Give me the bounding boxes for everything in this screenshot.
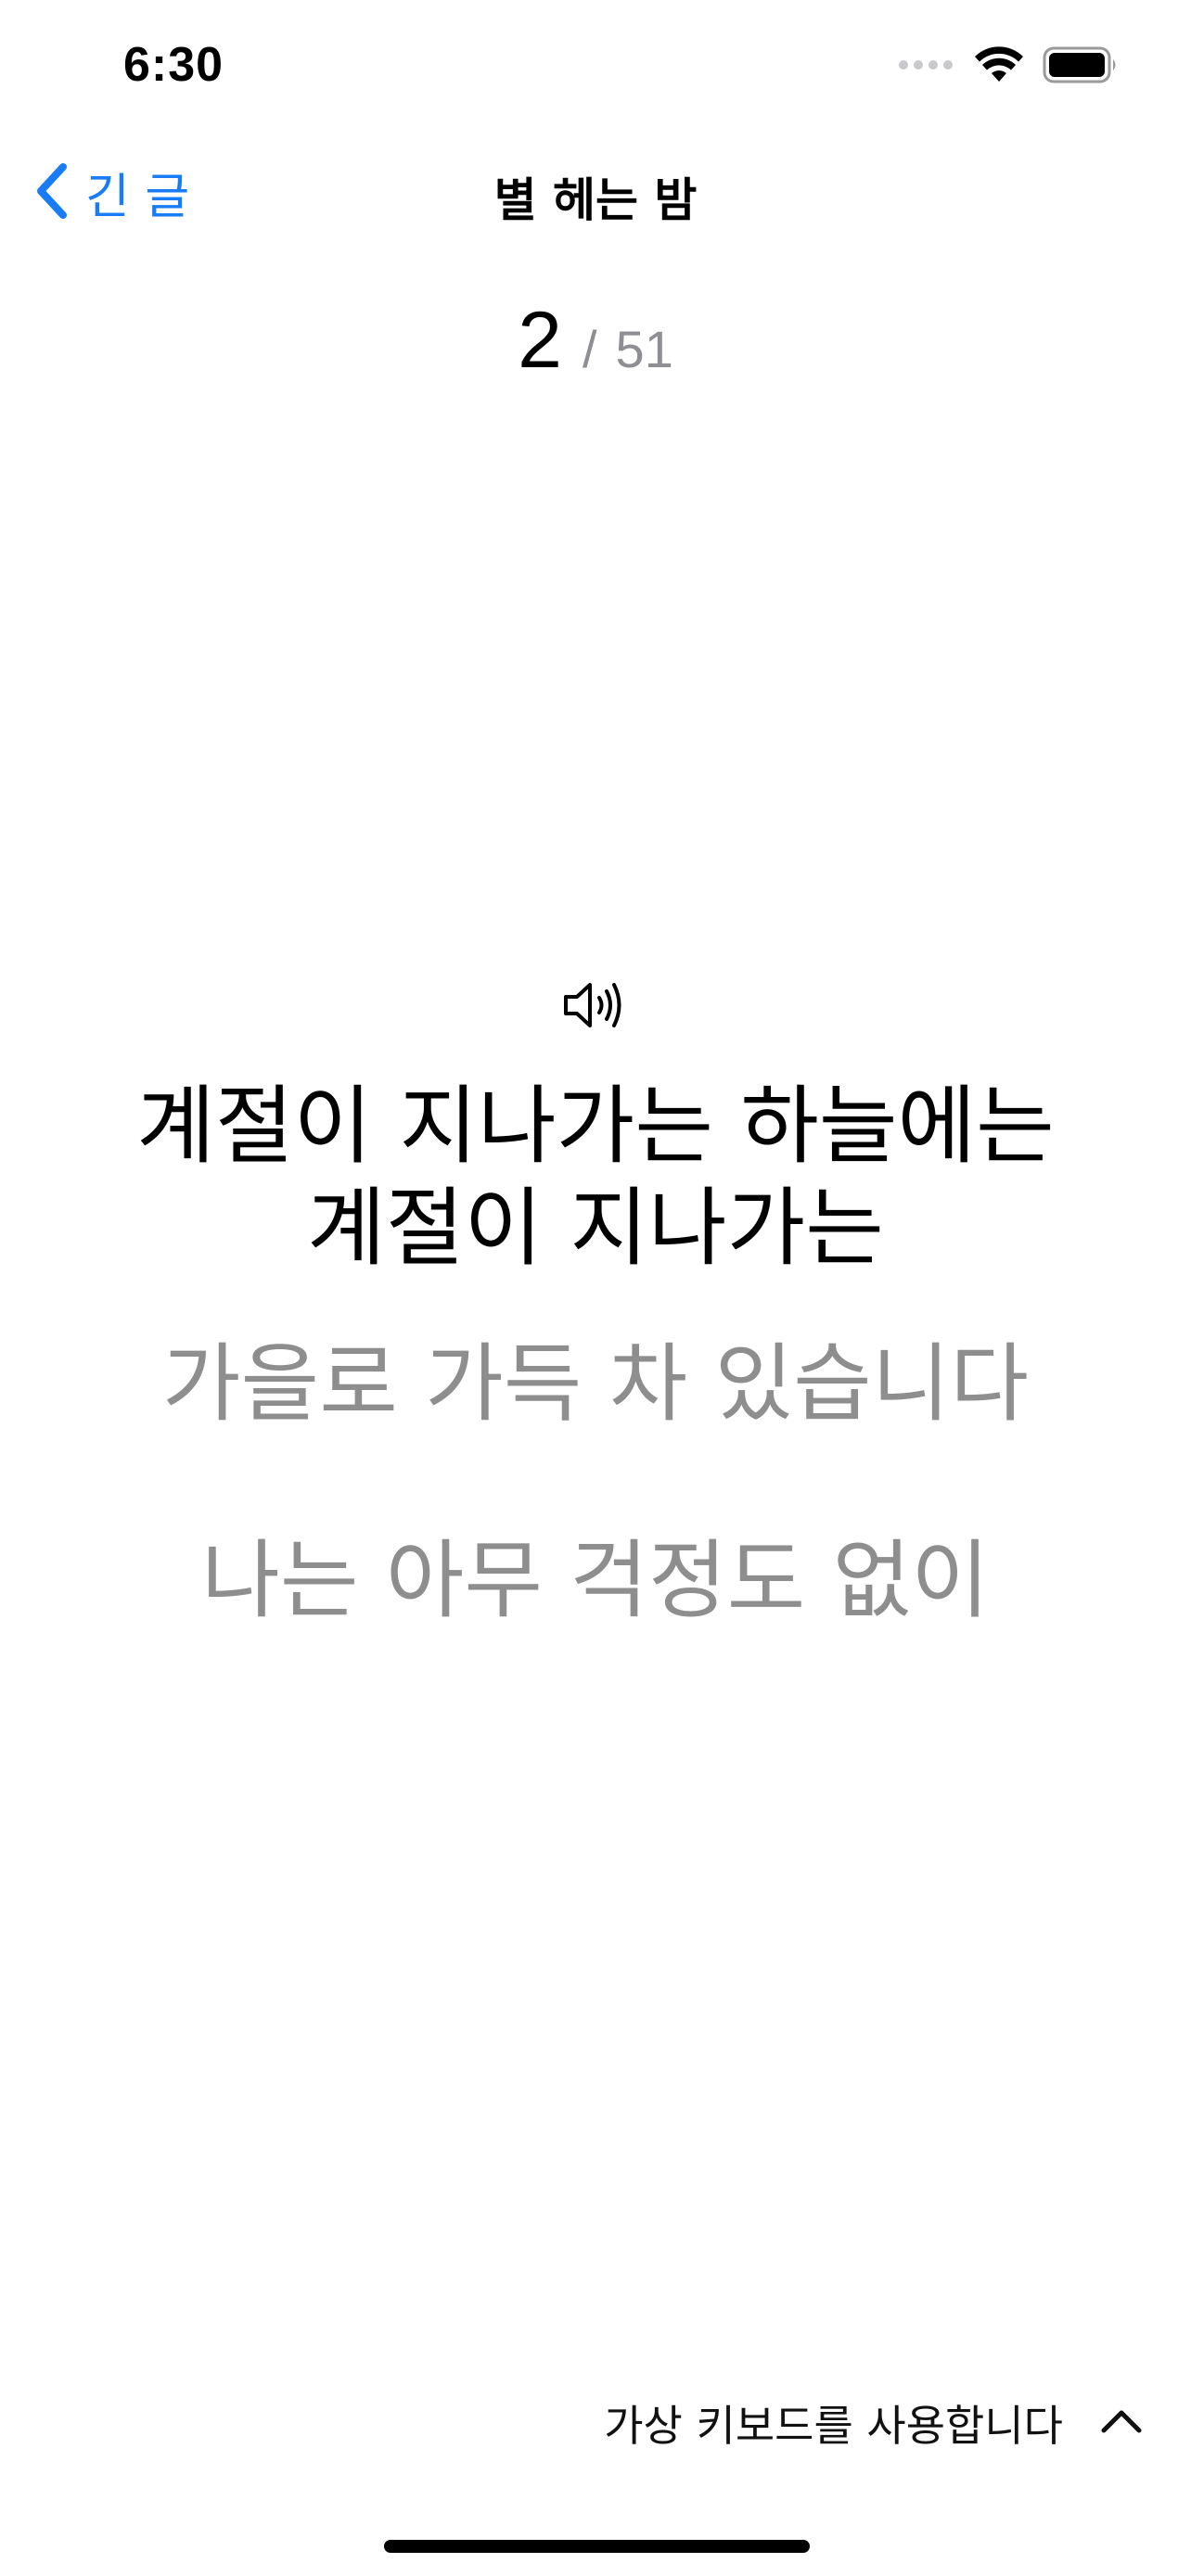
- page-title: 별 헤는 밤: [493, 173, 698, 227]
- virtual-keyboard-toggle[interactable]: 가상 키보드를 사용합니다: [604, 2392, 1143, 2454]
- upcoming-line: 가을로 가득 차 있습니다: [161, 1334, 1030, 1434]
- virtual-keyboard-label: 가상 키보드를 사용합니다: [604, 2401, 1063, 2451]
- signal-icon: [898, 57, 955, 72]
- wifi-icon: [974, 46, 1024, 83]
- counter-current: 2: [518, 296, 562, 385]
- chevron-up-icon: [1100, 2408, 1143, 2438]
- speaker-button[interactable]: [562, 979, 629, 1035]
- status-icons: [898, 46, 1119, 83]
- status-time: 6:30: [123, 38, 224, 92]
- sentence-counter: 2 / 51: [0, 295, 1191, 387]
- current-line: 계절이 지나가는: [307, 1179, 884, 1278]
- speaker-icon: [562, 983, 629, 1035]
- counter-separator: /: [582, 320, 597, 378]
- upcoming-line: 나는 아무 걱정도 없이: [201, 1531, 990, 1630]
- home-indicator: [384, 2540, 810, 2553]
- counter-total: 51: [615, 320, 673, 378]
- battery-icon: [1043, 46, 1119, 83]
